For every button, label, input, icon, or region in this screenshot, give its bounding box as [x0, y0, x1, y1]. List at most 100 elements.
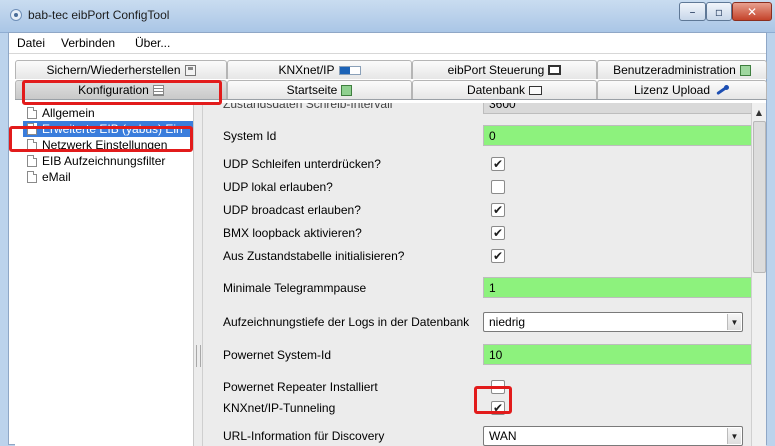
tree-item-netzwerk[interactable]: Netzwerk Einstellungen [27, 137, 167, 153]
knx-tunneling-label: KNXnet/IP-Tunneling [223, 401, 336, 415]
startpage-icon [341, 84, 353, 96]
settings-form: Zustandsdaten Schreib-Intervall 3600 Sys… [203, 103, 751, 446]
field-value: 3600 [489, 103, 516, 111]
check-icon: ✔ [492, 203, 504, 217]
partial-row-field[interactable]: 3600 [483, 103, 751, 114]
tree-item-label: Erweiterte EIB (yabus) Ein [42, 122, 183, 136]
bmx-loopback-checkbox[interactable]: ✔ [491, 226, 505, 240]
tree-item-allgemein[interactable]: Allgemein [27, 105, 95, 121]
min-pause-input[interactable]: 1 [483, 277, 751, 298]
system-id-label: System Id [223, 129, 277, 143]
tab-label: KNXnet/IP [278, 63, 335, 77]
maximize-button[interactable]: ▫ [706, 2, 732, 21]
log-depth-label: Aufzeichnungstiefe der Logs in der Daten… [223, 315, 470, 329]
document-icon [27, 123, 37, 135]
tab-knxnet-ip[interactable]: KNXnet/IP [227, 60, 412, 79]
scroll-up-icon[interactable]: ▲ [752, 105, 766, 119]
menu-datei[interactable]: Datei [17, 36, 45, 50]
key-icon [714, 84, 730, 96]
tab-benutzeradministration[interactable]: Benutzeradministration [597, 60, 767, 79]
tab-label: Startseite [286, 83, 338, 97]
tab-label: Datenbank [466, 83, 526, 97]
tab-row-bottom: Konfiguration Startseite Datenbank Lizen… [15, 80, 767, 99]
split-pane-divider[interactable] [194, 103, 203, 446]
tab-row-top: Sichern/Wiederherstellen KNXnet/IP eibPo… [15, 60, 767, 79]
tab-sichern[interactable]: Sichern/Wiederherstellen [15, 60, 227, 79]
min-pause-label: Minimale Telegrammpause [223, 281, 367, 295]
tab-label: Konfiguration [78, 83, 149, 97]
powernet-repeater-label: Powernet Repeater Installiert [223, 380, 378, 394]
maximize-icon: ▫ [714, 4, 724, 19]
users-icon [739, 64, 751, 76]
field-value: 1 [489, 280, 496, 295]
tree-item-label: Netzwerk Einstellungen [42, 138, 168, 152]
close-icon: ✕ [746, 4, 758, 19]
tab-label: eibPort Steuerung [447, 63, 545, 77]
save-icon [184, 64, 196, 76]
tree-item-erweiterte-eib[interactable]: Erweiterte EIB (yabus) Ein [23, 121, 193, 137]
init-state-label: Aus Zustandstabelle initialisieren? [223, 249, 405, 263]
tab-startseite[interactable]: Startseite [227, 80, 412, 99]
app-icon [10, 9, 22, 21]
tab-datenbank[interactable]: Datenbank [412, 80, 597, 99]
url-discovery-select[interactable]: WAN ▼ [483, 426, 743, 446]
monitor-icon [548, 65, 562, 75]
tree-item-label: eMail [42, 170, 71, 184]
field-value: 10 [489, 347, 503, 362]
init-state-checkbox[interactable]: ✔ [491, 249, 505, 263]
select-value: WAN [489, 429, 517, 443]
udp-local-checkbox[interactable] [491, 180, 505, 194]
tree-item-email[interactable]: eMail [27, 169, 71, 185]
document-icon [27, 139, 37, 151]
vertical-scrollbar[interactable]: ▲ [751, 103, 766, 446]
udp-local-label: UDP lokal erlauben? [223, 180, 333, 194]
document-icon [27, 171, 37, 183]
log-depth-select[interactable]: niedrig ▼ [483, 312, 743, 332]
udp-loop-label: UDP Schleifen unterdrücken? [223, 157, 381, 171]
chevron-down-icon: ▼ [727, 428, 741, 444]
minimize-button[interactable]: – [679, 2, 706, 21]
udp-broadcast-label: UDP broadcast erlauben? [223, 203, 361, 217]
powernet-id-label: Powernet System-Id [223, 348, 332, 362]
window-titlebar: bab-tec eibPort ConfigTool – ▫ ✕ [0, 0, 775, 33]
scroll-thumb[interactable] [753, 121, 766, 273]
settings-tree: Allgemein Erweiterte EIB (yabus) Ein Net… [15, 103, 194, 446]
tab-eibport-steuerung[interactable]: eibPort Steuerung [412, 60, 597, 79]
tree-item-label: Allgemein [42, 106, 95, 120]
udp-loop-checkbox[interactable]: ✔ [491, 157, 505, 171]
powernet-repeater-checkbox[interactable] [491, 380, 505, 394]
knx-tunneling-checkbox[interactable]: ✔ [491, 401, 505, 415]
database-icon [529, 85, 543, 95]
select-value: niedrig [489, 315, 526, 329]
udp-broadcast-checkbox[interactable]: ✔ [491, 203, 505, 217]
url-discovery-label: URL-Information für Discovery [223, 429, 385, 443]
tab-konfiguration[interactable]: Konfiguration [15, 80, 227, 99]
field-value: 0 [489, 128, 496, 143]
check-icon: ✔ [492, 226, 504, 240]
config-icon [152, 84, 164, 96]
menu-bar: Datei Verbinden Über... [9, 33, 766, 54]
minimize-icon: – [689, 4, 696, 19]
check-icon: ✔ [492, 157, 504, 171]
close-button[interactable]: ✕ [732, 2, 772, 21]
bmx-loopback-label: BMX loopback aktivieren? [223, 226, 362, 240]
tree-item-label: EIB Aufzeichnungsfilter [42, 154, 166, 168]
check-icon: ✔ [492, 249, 504, 263]
tab-label: Lizenz Upload [633, 83, 711, 97]
knx-icon [338, 65, 361, 75]
window-title: bab-tec eibPort ConfigTool [28, 8, 170, 22]
document-icon [27, 107, 37, 119]
tab-label: Sichern/Wiederherstellen [46, 63, 181, 77]
tab-label: Benutzeradministration [613, 63, 736, 77]
client-area: Datei Verbinden Über... Sichern/Wiederhe… [8, 32, 767, 446]
menu-ueber[interactable]: Über... [135, 36, 170, 50]
menu-verbinden[interactable]: Verbinden [61, 36, 115, 50]
chevron-down-icon: ▼ [727, 314, 741, 330]
system-id-input[interactable]: 0 [483, 125, 751, 146]
check-icon: ✔ [492, 401, 504, 415]
tab-lizenz-upload[interactable]: Lizenz Upload [597, 80, 767, 99]
partial-row-label: Zustandsdaten Schreib-Intervall [223, 103, 393, 111]
tree-item-aufzeichnungsfilter[interactable]: EIB Aufzeichnungsfilter [27, 153, 165, 169]
tab-content-divider [15, 99, 767, 100]
powernet-id-input[interactable]: 10 [483, 344, 751, 365]
